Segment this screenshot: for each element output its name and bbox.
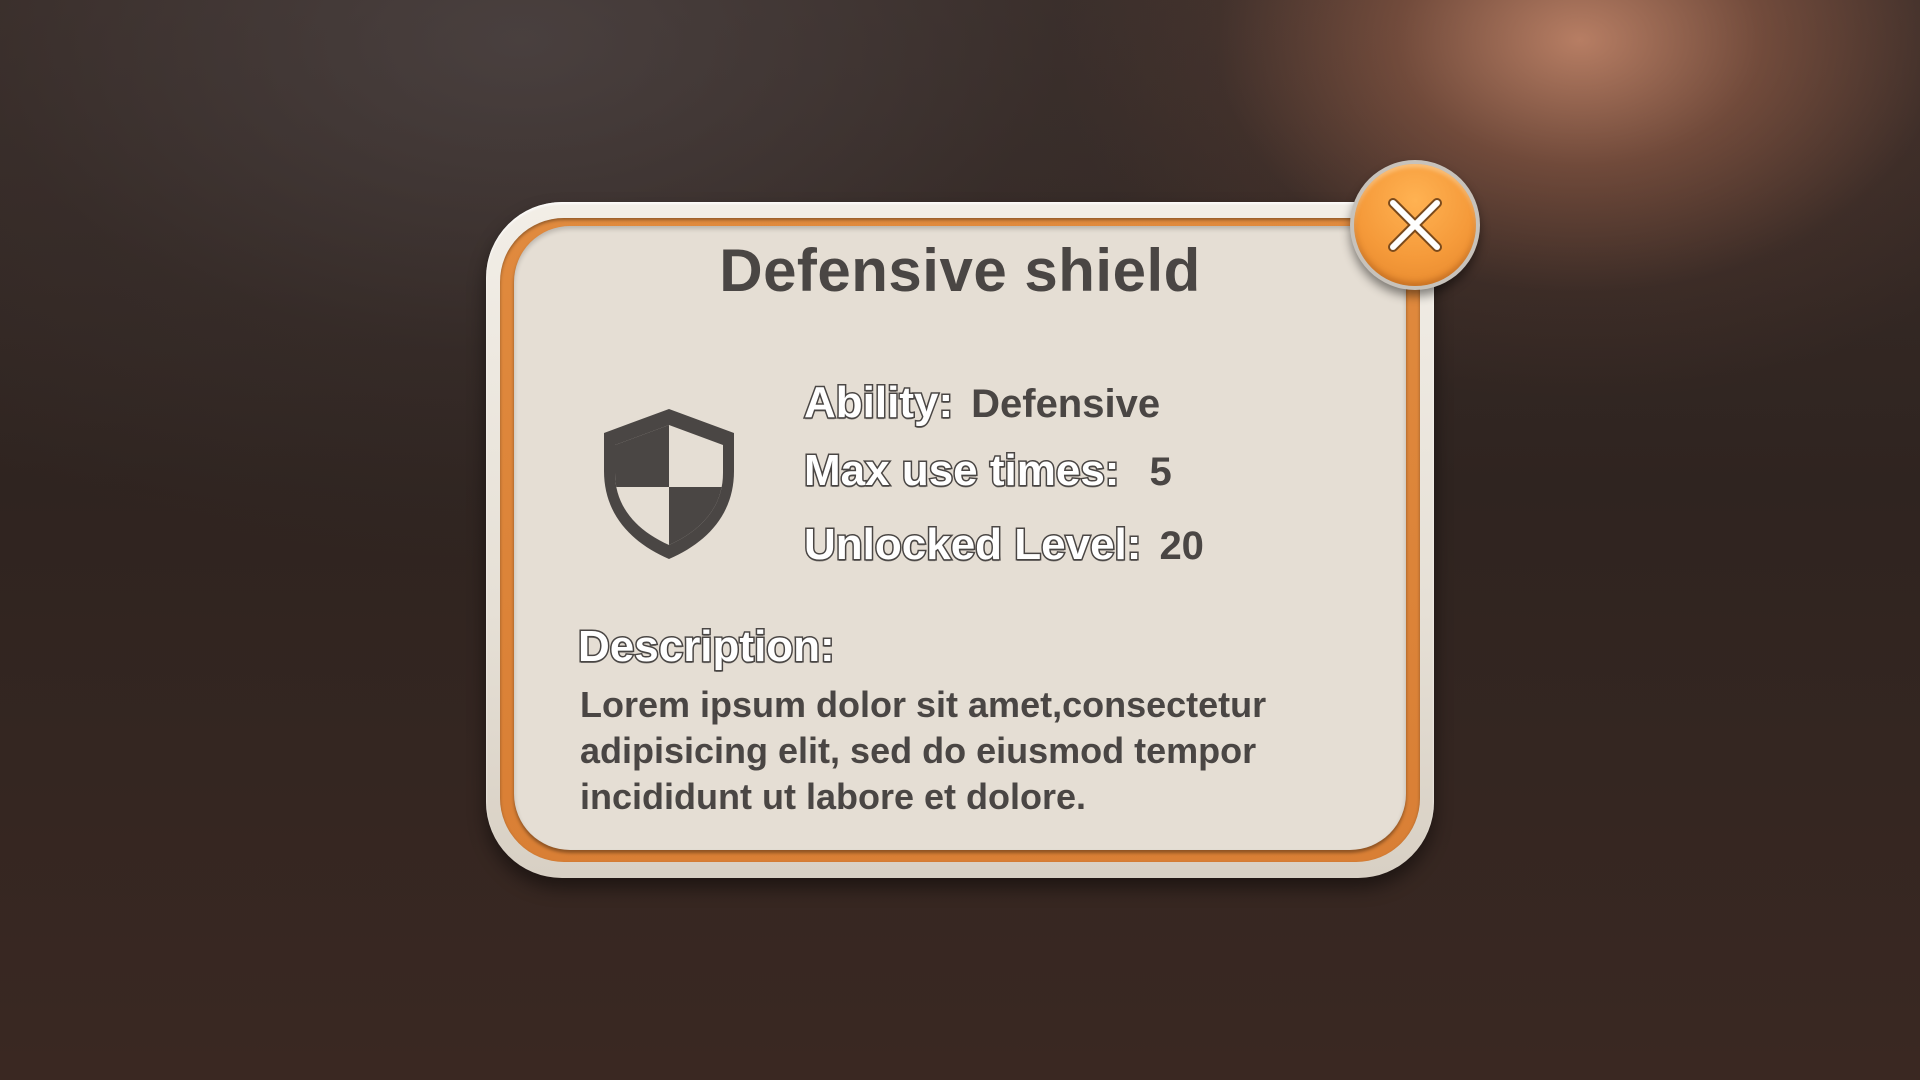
shield-icon [604,409,734,559]
level-label: Unlocked Level: [802,519,1142,571]
max-use-value: 5 [1149,450,1172,494]
stat-ability: Ability: Defensive [802,377,1161,429]
close-button[interactable] [1350,160,1480,290]
description-text: Lorem ipsum dolor sit amet,consectetur a… [580,684,1267,817]
description-heading: Description: [577,621,837,673]
dialog-title: Defensive shield [719,237,1201,304]
ability-label: Ability: [802,377,954,429]
close-icon[interactable] [1383,193,1447,257]
stat-max-use-times: Max use times: 5 [802,445,1172,497]
stat-unlocked-level: Unlocked Level: 20 [802,519,1204,571]
level-value: 20 [1159,524,1204,568]
max-use-label: Max use times: [802,445,1120,497]
ability-value: Defensive [971,382,1161,426]
